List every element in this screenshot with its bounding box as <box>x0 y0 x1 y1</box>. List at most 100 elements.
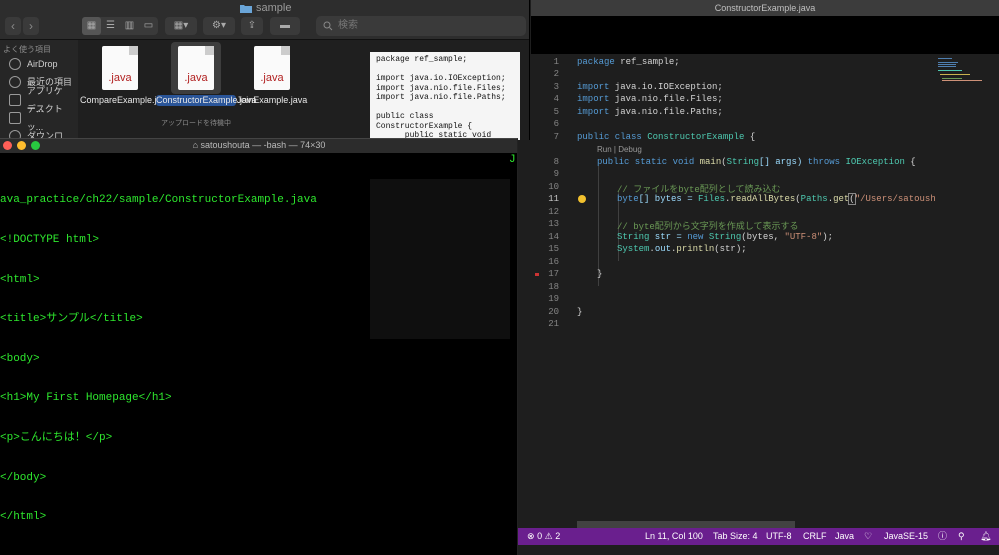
token: new <box>687 232 704 242</box>
terminal-edge-char: J <box>509 154 516 166</box>
token: [] args) <box>759 157 808 167</box>
live-share-icon[interactable]: ⚲ <box>958 528 965 545</box>
token: ConstructorExample <box>641 132 745 142</box>
code-line: public class ConstructorExample { <box>577 132 755 142</box>
code-line: import java.io.IOException; <box>577 82 723 92</box>
notifications-icon[interactable]: 🔔︎ <box>980 528 991 545</box>
terminal-line: </html> <box>0 511 47 524</box>
sidebar-heading: よく使う項目 <box>3 45 51 54</box>
file-ext-label: .java <box>260 72 284 84</box>
tab-size[interactable]: Tab Size: 4 <box>713 528 758 545</box>
code-comment: // byte配列から文字列を作成して表示する <box>617 222 799 232</box>
share-icon: ⇪ <box>247 20 257 31</box>
forward-button[interactable]: › <box>23 17 39 35</box>
token: byte <box>617 194 639 204</box>
sidebar-item-desktop[interactable]: デスクトッ... <box>0 104 78 132</box>
finder-title-text: sample <box>256 2 292 14</box>
encoding[interactable]: UTF-8 <box>766 528 792 545</box>
cursor-position[interactable]: Ln 11, Col 100 <box>645 528 703 545</box>
token: String <box>703 232 742 242</box>
token: get <box>833 194 850 204</box>
desktop-icon <box>9 112 21 124</box>
file-ext-label: .java <box>108 72 132 84</box>
token: package <box>577 57 615 67</box>
token: import <box>577 82 610 92</box>
token: { <box>904 157 916 167</box>
code-line: } <box>577 307 583 317</box>
token: java.io.IOException; <box>609 82 723 92</box>
info-icon[interactable]: ⓘ <box>938 528 947 545</box>
token: str = <box>649 232 688 242</box>
bottom-strip <box>518 545 999 555</box>
token: main <box>694 157 722 167</box>
sidebar-item-airdrop[interactable]: AirDrop <box>0 55 78 73</box>
code-line: System.out.println(str); <box>617 244 747 254</box>
terminal-title-text: satoushouta — -bash — 74×30 <box>200 140 326 150</box>
file-grid: .java CompareExample.java .java Construc… <box>79 40 369 140</box>
upload-status: アップロードを待機中 <box>161 120 231 127</box>
list-view-icon[interactable]: ☰ <box>101 17 120 35</box>
gear-icon: ⚙▾ <box>212 20 226 31</box>
indent-guide <box>598 166 599 286</box>
share-button[interactable]: ⇪ <box>241 17 263 35</box>
token: java.nio.file.Paths; <box>609 107 723 117</box>
column-view-icon[interactable]: ▥ <box>120 17 139 35</box>
group-button[interactable]: ▦▾ <box>165 17 197 35</box>
minimap-line <box>938 64 956 65</box>
token: System <box>617 244 650 254</box>
code-editor[interactable]: package ref_sample; import java.io.IOExc… <box>531 54 936 524</box>
token: String <box>617 232 650 242</box>
code-line: } <box>597 269 603 279</box>
view-mode-control[interactable]: ▦ ☰ ▥ ▭ <box>82 17 158 35</box>
codelens-run-debug[interactable]: Run | Debug <box>597 145 642 154</box>
java-file-icon: .java <box>254 46 290 90</box>
finder-window: sample ‹ › ▦ ☰ ▥ ▭ ▦▾ ⚙▾ ⇪ ▬ 検索 よく使う項目 A… <box>0 0 530 140</box>
java-runtime[interactable]: JavaSE-15 <box>884 528 928 545</box>
grid-icon: ▦▾ <box>173 20 189 31</box>
terminal-titlebar: ⌂ satoushouta — -bash — 74×30 <box>0 139 517 153</box>
token: ); <box>822 232 834 242</box>
warning-count: 2 <box>555 531 561 541</box>
token: [] bytes = <box>638 194 699 204</box>
minimap-line <box>942 78 962 79</box>
minimap-line <box>938 62 958 63</box>
token: (bytes, <box>741 232 785 242</box>
file-item[interactable]: .java CompareExample.java <box>80 42 171 132</box>
code-line: package ref_sample; <box>577 57 680 67</box>
search-placeholder: 検索 <box>338 20 358 31</box>
token: { <box>744 132 756 142</box>
problems-indicator[interactable]: ⊗ 0 ⚠ 2 <box>527 528 560 545</box>
icon-view-icon[interactable]: ▦ <box>82 17 101 35</box>
file-item[interactable]: .java JoinExample.java <box>232 42 312 132</box>
minimap-line <box>938 70 962 71</box>
java-file-icon: .java <box>102 46 138 90</box>
token: println <box>676 244 715 254</box>
search-input[interactable]: 検索 <box>316 16 526 36</box>
back-button[interactable]: ‹ <box>5 17 21 35</box>
gallery-view-icon[interactable]: ▭ <box>139 17 158 35</box>
token: Files <box>698 194 726 204</box>
token: "/Users/satoushouta <box>854 194 936 204</box>
token: ref_sample; <box>614 57 680 67</box>
applications-icon <box>9 94 21 106</box>
sidebar-item-label: AirDrop <box>27 59 58 69</box>
lightbulb-icon[interactable] <box>578 195 586 203</box>
terminal-line: <p>こんにちは！</p> <box>0 432 113 445</box>
action-button[interactable]: ⚙▾ <box>203 17 235 35</box>
error-icon: ⊗ <box>527 531 535 541</box>
token: public class <box>577 132 642 142</box>
file-item-selected[interactable]: .java ConstructorExample.java アップロードを待機中 <box>156 42 257 132</box>
code-line: public static void main(String[] args) t… <box>597 157 916 167</box>
minimap-line <box>938 58 952 59</box>
token: import <box>577 107 610 117</box>
language-mode[interactable]: Java <box>835 528 854 545</box>
feedback-icon[interactable]: ♡ <box>864 528 872 545</box>
token: public static void <box>597 157 695 167</box>
error-count: 0 <box>537 531 543 541</box>
editor-title: ConstructorExample.java <box>531 0 999 16</box>
finder-toolbar: sample ‹ › ▦ ☰ ▥ ▭ ▦▾ ⚙▾ ⇪ ▬ 検索 <box>0 0 529 40</box>
terminal-line: </body> <box>0 471 47 484</box>
minimap[interactable] <box>936 54 994 94</box>
line-ending[interactable]: CRLF <box>803 528 827 545</box>
tags-button[interactable]: ▬ <box>270 17 300 35</box>
